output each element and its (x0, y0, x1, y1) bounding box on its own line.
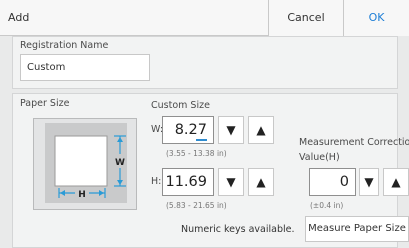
diagram-w-label: W (115, 158, 125, 168)
up-triangle-icon: ▲ (256, 123, 266, 137)
width-range: (3.55 - 13.38 in) (166, 149, 227, 158)
ok-button[interactable]: OK (343, 0, 409, 36)
height-label: H: (151, 176, 162, 187)
up-triangle-icon: ▲ (256, 175, 266, 189)
height-decrement-button[interactable]: ▼ (218, 168, 244, 196)
numeric-keys-note: Numeric keys available. (181, 224, 295, 235)
width-decrement-button[interactable]: ▼ (218, 116, 244, 144)
diagram-h-label: H (78, 190, 86, 200)
height-input[interactable]: 11.69 (162, 168, 214, 196)
dialog-title: Add (8, 11, 30, 24)
measure-paper-size-button[interactable]: Measure Paper Size (305, 216, 409, 242)
measurement-correction-label: Measurement Correction (299, 137, 409, 148)
height-increment-button[interactable]: ▲ (248, 168, 274, 196)
correction-value-input[interactable]: 0 (309, 168, 356, 196)
registration-name-label: Registration Name (20, 40, 109, 51)
correction-increment-button[interactable]: ▲ (383, 168, 409, 196)
down-triangle-icon: ▼ (364, 175, 374, 189)
correction-decrement-button[interactable]: ▼ (359, 168, 379, 196)
text-cursor (196, 139, 207, 141)
down-triangle-icon: ▼ (226, 175, 236, 189)
paper-size-label: Paper Size (20, 98, 70, 109)
measurement-correction-value-label: Value(H) (299, 152, 340, 163)
up-triangle-icon: ▲ (391, 175, 401, 189)
paper-size-diagram: W H (33, 118, 137, 210)
width-increment-button[interactable]: ▲ (248, 116, 274, 144)
cancel-button[interactable]: Cancel (268, 0, 343, 36)
registration-name-field[interactable]: Custom (20, 54, 150, 81)
custom-size-label: Custom Size (151, 100, 210, 111)
height-range: (5.83 - 21.65 in) (166, 201, 227, 210)
correction-range: (±0.4 in) (310, 201, 344, 210)
down-triangle-icon: ▼ (226, 123, 236, 137)
